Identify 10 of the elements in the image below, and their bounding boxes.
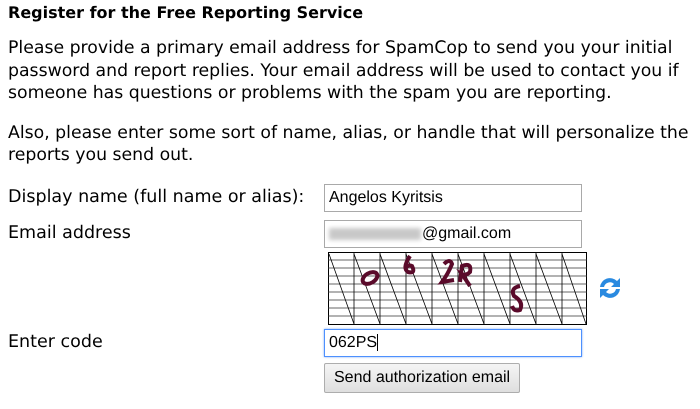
field-label: Display name (full name or alias): bbox=[8, 186, 306, 210]
text-field[interactable]: 062PS bbox=[324, 328, 582, 356]
send-button[interactable]: Send authorization email bbox=[324, 362, 520, 392]
field-label: Email address bbox=[8, 222, 132, 246]
page-heading: Register for the Free Reporting Service bbox=[8, 2, 364, 24]
field-label: Enter code bbox=[8, 331, 104, 354]
instruction-paragraph: Please provide a primary email address for SpamCop to send you your initial password and report replies. Your email address will be used to contact you if someone has questions or problems with the spam you are reporting. bbox=[8, 37, 680, 104]
text-field[interactable]: Angelos Kyritsis bbox=[324, 184, 582, 212]
text-field[interactable]: @gmail.com bbox=[324, 220, 582, 248]
instruction-paragraph: Also, please enter some sort of name, alias, or handle that will personalize the reports you send out. bbox=[8, 122, 690, 166]
